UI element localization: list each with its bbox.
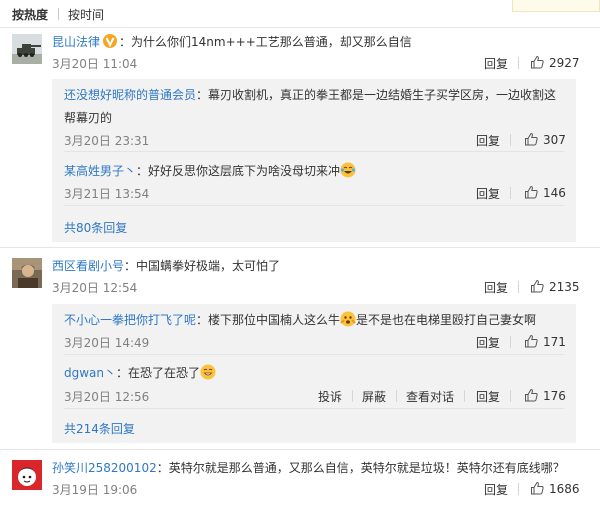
- thumbs-up-icon: [525, 388, 538, 402]
- avatar-photo-image: [12, 258, 42, 288]
- tab-time[interactable]: 按时间: [68, 6, 104, 23]
- like-button[interactable]: 176: [524, 388, 566, 403]
- action-separator: [352, 390, 353, 402]
- like-count: 2135: [549, 280, 580, 294]
- reply-divider: [64, 205, 564, 206]
- reply-text-continued: 是不是也在电梯里殴打自己妻女啊: [356, 313, 537, 327]
- reply-time: 3月20日 12:56: [64, 390, 150, 404]
- reply-button[interactable]: 回复: [476, 334, 500, 351]
- comment-content: 昆山法律 ：为什么你们14nm+++工艺那么普通，却又那么自信: [52, 33, 412, 50]
- action-separator: [510, 134, 511, 146]
- comment-time: 3月20日 12:54: [52, 281, 138, 295]
- more-replies-link[interactable]: 共214条回复: [64, 420, 135, 437]
- comment-username[interactable]: 孙笑川258200102: [52, 461, 157, 475]
- like-button[interactable]: 2135: [530, 279, 580, 294]
- reply-text: ：幕刃收割机，真正的拳王都是一边结婚生子买学区房，一边收割这: [196, 88, 557, 102]
- reply-text: ：好好反思你这层底下为啥没母切来冲: [136, 164, 341, 178]
- thumbs-up-icon: [525, 185, 538, 199]
- reply-content: 不小心一拳把你打飞了呢：楼下那位中国楠人这么牛 是不是也在电梯里殴打自己妻女啊: [64, 311, 536, 328]
- comment-text: ：英特尔就是那么普通，又那么自信，英特尔就是垃圾！英特尔还有底线哪？: [156, 461, 565, 475]
- avatar[interactable]: [12, 258, 42, 288]
- reply-text-continued: 帮幕刃的: [64, 111, 113, 125]
- thumbs-up-icon: [531, 481, 544, 495]
- comment-text: ：为什么你们14nm+++工艺那么普通，却又那么自信: [119, 35, 412, 49]
- like-button[interactable]: 146: [524, 185, 566, 200]
- comment-username[interactable]: 西区看剧小号: [52, 259, 124, 273]
- reply-button[interactable]: 回复: [484, 55, 508, 72]
- action-separator: [396, 390, 397, 402]
- reply-username[interactable]: 某高姓男子丶: [64, 164, 136, 178]
- like-button[interactable]: 307: [524, 132, 566, 147]
- like-count: 146: [543, 186, 566, 200]
- avatar-tank-image: [12, 34, 42, 64]
- action-separator: [518, 483, 519, 495]
- reply-time: 3月21日 13:54: [64, 187, 150, 201]
- reply-text: ：楼下那位中国楠人这么牛: [196, 313, 341, 327]
- comment-divider: [0, 449, 600, 450]
- like-button[interactable]: 171: [524, 334, 566, 349]
- v-gold-icon: [103, 34, 118, 48]
- reply-button[interactable]: 回复: [476, 388, 500, 405]
- action-separator: [510, 187, 511, 199]
- comment-divider: [0, 247, 600, 248]
- like-count: 2927: [549, 56, 580, 70]
- reply-list: 还没想好昵称的普通会员：幕刃收割机，真正的拳王都是一边结婚生子买学区房，一边收割…: [52, 79, 576, 242]
- avatar[interactable]: [12, 34, 42, 64]
- reply-time: 3月20日 14:49: [64, 336, 150, 350]
- reply-content: 还没想好昵称的普通会员：幕刃收割机，真正的拳王都是一边结婚生子买学区房，一边收割…: [64, 86, 556, 103]
- thumbs-up-icon: [531, 279, 544, 293]
- reply-content: dgwan丶：在恐了在恐了: [64, 364, 216, 381]
- scared-face-emoji: [340, 311, 356, 327]
- reply-button[interactable]: 回复: [476, 185, 500, 202]
- grin-emoji: [200, 364, 216, 380]
- thumbs-up-icon: [525, 334, 538, 348]
- action-separator: [518, 57, 519, 69]
- reply-content: 某高姓男子丶：好好反思你这层底下为啥没母切来冲: [64, 162, 356, 179]
- action-separator: [464, 390, 465, 402]
- comment-content: 西区看剧小号：中国螨拳好极端，太可怕了: [52, 257, 280, 274]
- tab-separator: [58, 8, 59, 20]
- comment-text: ：中国螨拳好极端，太可怕了: [124, 259, 281, 273]
- like-count: 171: [543, 335, 566, 349]
- block-button[interactable]: 屏蔽: [362, 388, 386, 405]
- comment-content: 孙笑川258200102：英特尔就是那么普通，又那么自信，英特尔就是垃圾！英特尔…: [52, 459, 565, 476]
- comment-time: 3月20日 11:04: [52, 57, 138, 71]
- reply-button[interactable]: 回复: [484, 279, 508, 296]
- like-button[interactable]: 2927: [530, 55, 580, 70]
- reply-username[interactable]: 不小心一拳把你打飞了呢: [64, 313, 196, 327]
- reply-button[interactable]: 回复: [484, 481, 508, 498]
- action-separator: [518, 281, 519, 293]
- action-separator: [510, 336, 511, 348]
- like-count: 176: [543, 389, 566, 403]
- view-conversation-button[interactable]: 查看对话: [406, 388, 454, 405]
- like-count: 307: [543, 133, 566, 147]
- avatar[interactable]: [12, 460, 42, 490]
- reply-list: 不小心一拳把你打飞了呢：楼下那位中国楠人这么牛 是不是也在电梯里殴打自己妻女啊 3…: [52, 304, 576, 443]
- comment-time: 3月19日 19:06: [52, 483, 138, 497]
- reply-divider: [64, 151, 564, 152]
- reply-divider: [64, 354, 564, 355]
- reply-divider: [64, 408, 564, 409]
- floating-panel-edge: [512, 0, 600, 12]
- thumbs-up-icon: [531, 55, 544, 69]
- action-separator: [510, 390, 511, 402]
- report-button[interactable]: 投诉: [318, 388, 342, 405]
- tab-hot[interactable]: 按热度: [12, 6, 48, 23]
- thumbs-up-icon: [525, 132, 538, 146]
- reply-username[interactable]: 还没想好昵称的普通会员: [64, 88, 196, 102]
- sort-tabs: 按热度 按时间: [0, 0, 600, 28]
- avatar-cartoon-image: [12, 460, 42, 490]
- more-replies-link[interactable]: 共80条回复: [64, 219, 127, 236]
- like-count: 1686: [549, 482, 580, 496]
- reply-time: 3月20日 23:31: [64, 134, 150, 148]
- laughing-tears-emoji: [340, 162, 356, 178]
- like-button[interactable]: 1686: [530, 481, 580, 496]
- comment-username[interactable]: 昆山法律: [52, 35, 100, 49]
- reply-button[interactable]: 回复: [476, 132, 500, 149]
- reply-text: ：在恐了在恐了: [116, 366, 201, 380]
- reply-username[interactable]: dgwan丶: [64, 366, 116, 380]
